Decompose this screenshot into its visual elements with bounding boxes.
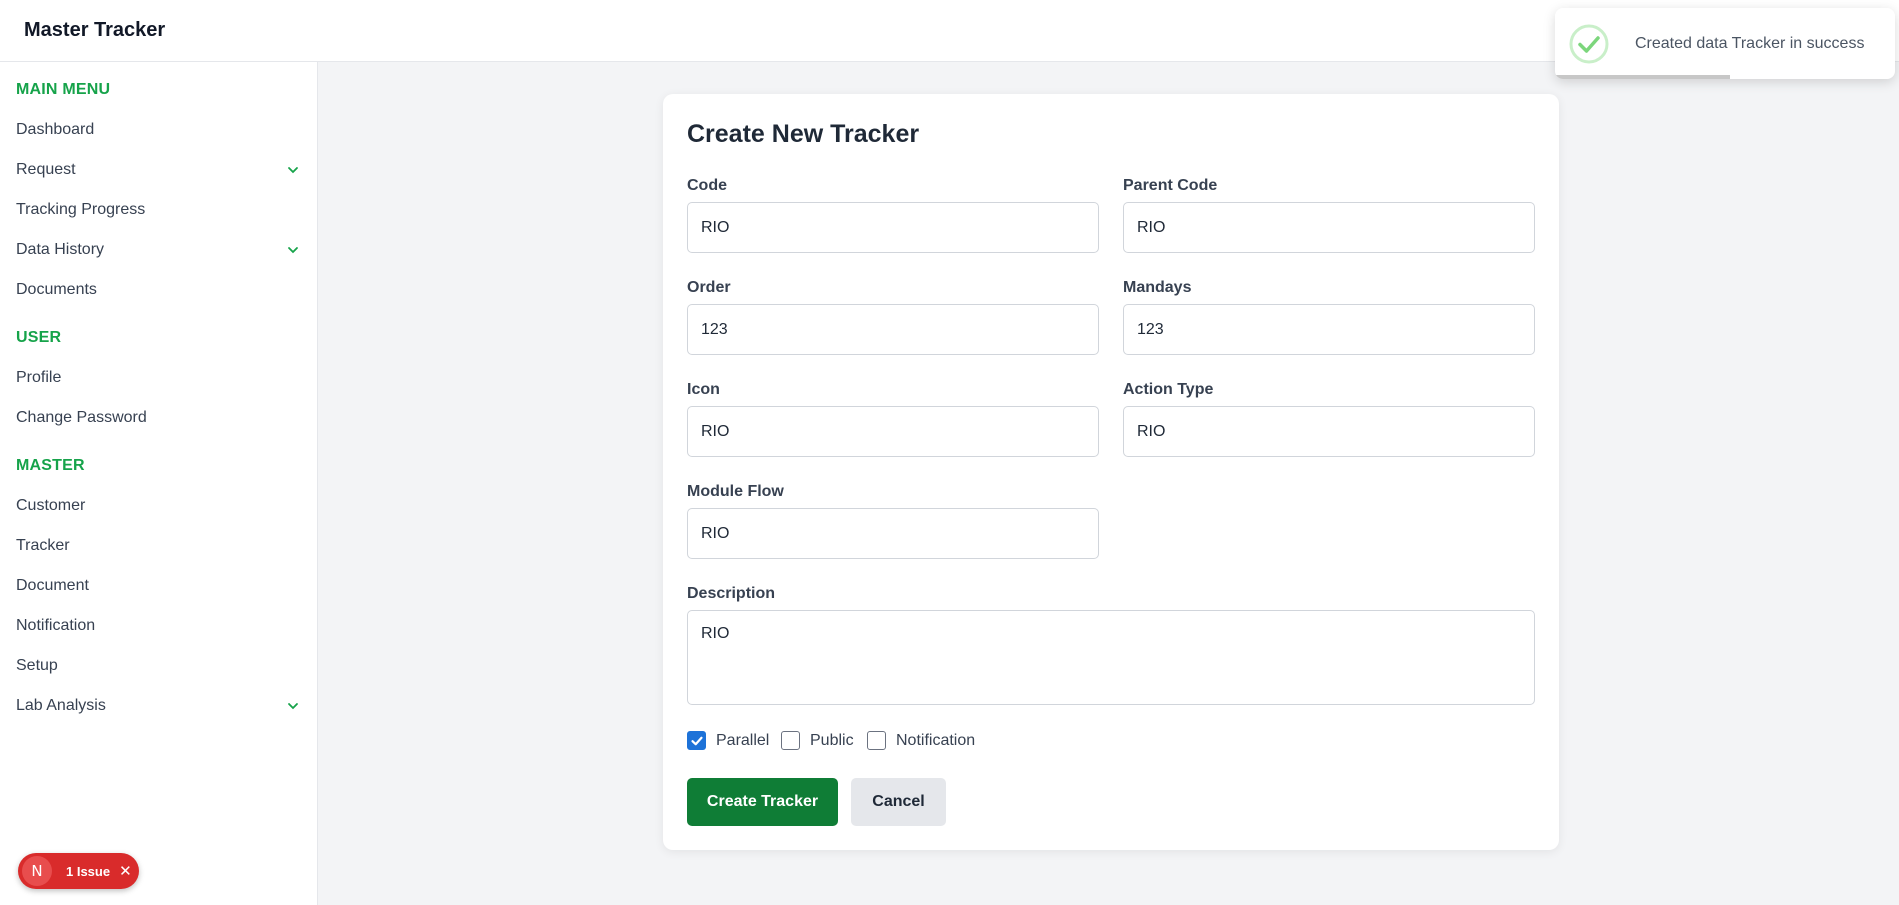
- sidebar-item-label: Customer: [16, 497, 86, 514]
- code-input[interactable]: [687, 202, 1099, 253]
- icon-label: Icon: [687, 381, 720, 398]
- checkbox-unchecked[interactable]: [781, 731, 800, 750]
- sidebar-item-document[interactable]: Document: [16, 572, 302, 600]
- notification-checkbox[interactable]: Notification: [867, 731, 975, 750]
- sidebar-item-dashboard[interactable]: Dashboard: [16, 116, 302, 144]
- sidebar-item-documents[interactable]: Documents: [16, 276, 302, 304]
- check-circle-icon: [1569, 24, 1609, 64]
- sidebar-item-tracker[interactable]: Tracker: [16, 532, 302, 560]
- close-icon[interactable]: ✕: [119, 862, 132, 880]
- sidebar-item-label: Lab Analysis: [16, 697, 106, 714]
- parallel-checkbox[interactable]: Parallel: [687, 731, 769, 750]
- section-title-master: MASTER: [16, 457, 85, 474]
- next-logo-icon: N: [22, 856, 52, 886]
- sidebar-item-label: Setup: [16, 657, 58, 674]
- description-label: Description: [687, 585, 776, 602]
- toast-progress-bar: [1555, 75, 1730, 79]
- notification-label: Notification: [896, 731, 976, 749]
- sidebar-item-request[interactable]: Request: [16, 156, 302, 184]
- public-label: Public: [810, 731, 854, 749]
- cancel-button[interactable]: Cancel: [851, 778, 946, 826]
- sidebar-item-label: Tracker: [16, 537, 70, 554]
- toast-message: Created data Tracker in success: [1635, 35, 1865, 52]
- create-tracker-button[interactable]: Create Tracker: [687, 778, 838, 826]
- icon-input[interactable]: [687, 406, 1099, 457]
- chevron-down-icon: [288, 247, 298, 254]
- sidebar-item-change-password[interactable]: Change Password: [16, 404, 302, 432]
- order-label: Order: [687, 279, 731, 296]
- checkbox-unchecked[interactable]: [867, 731, 886, 750]
- sidebar-item-profile[interactable]: Profile: [16, 364, 302, 392]
- sidebar-item-lab-analysis[interactable]: Lab Analysis: [16, 692, 302, 720]
- order-input[interactable]: [687, 304, 1099, 355]
- sidebar-item-label: Notification: [16, 617, 96, 634]
- sidebar-item-label: Change Password: [16, 409, 147, 426]
- sidebar-item-label: Document: [16, 577, 89, 594]
- parallel-label: Parallel: [716, 731, 770, 749]
- parent-code-input[interactable]: [1123, 202, 1535, 253]
- parent-code-label: Parent Code: [1123, 177, 1218, 194]
- create-tracker-form: Create New Tracker Code Parent Code Orde…: [663, 94, 1559, 850]
- sidebar: MAIN MENU Dashboard Request Tracking Pro…: [0, 62, 318, 905]
- sidebar-item-label: Data History: [16, 241, 105, 258]
- chevron-down-icon: [288, 703, 298, 710]
- sidebar-item-label: Profile: [16, 369, 62, 386]
- check-icon: [690, 736, 703, 745]
- success-toast[interactable]: Created data Tracker in success: [1555, 8, 1895, 79]
- sidebar-item-label: Request: [16, 161, 76, 178]
- issues-badge[interactable]: N 1 Issue ✕: [18, 853, 139, 889]
- form-title: Create New Tracker: [687, 120, 920, 148]
- sidebar-item-label: Tracking Progress: [16, 201, 146, 218]
- app-title: Master Tracker: [24, 19, 166, 41]
- section-title-main-menu: MAIN MENU: [16, 81, 111, 98]
- section-title-user: USER: [16, 329, 62, 346]
- action-type-input[interactable]: [1123, 406, 1535, 457]
- module-flow-label: Module Flow: [687, 483, 784, 500]
- mandays-label: Mandays: [1123, 279, 1192, 296]
- module-flow-input[interactable]: [687, 508, 1099, 559]
- sidebar-item-data-history[interactable]: Data History: [16, 236, 302, 264]
- chevron-down-icon: [288, 167, 298, 174]
- public-checkbox[interactable]: Public: [781, 731, 854, 750]
- action-type-label: Action Type: [1123, 381, 1214, 398]
- sidebar-item-setup[interactable]: Setup: [16, 652, 302, 680]
- sidebar-item-tracking-progress[interactable]: Tracking Progress: [16, 196, 302, 224]
- sidebar-item-label: Dashboard: [16, 121, 95, 138]
- mandays-input[interactable]: [1123, 304, 1535, 355]
- checkbox-checked[interactable]: [687, 731, 706, 750]
- main-content: Create New Tracker Code Parent Code Orde…: [319, 62, 1899, 905]
- sidebar-item-notification[interactable]: Notification: [16, 612, 302, 640]
- sidebar-item-customer[interactable]: Customer: [16, 492, 302, 520]
- code-label: Code: [687, 177, 727, 194]
- issue-count-label: 1 Issue: [66, 863, 111, 879]
- sidebar-item-label: Documents: [16, 281, 97, 298]
- description-textarea[interactable]: RIO: [687, 610, 1535, 705]
